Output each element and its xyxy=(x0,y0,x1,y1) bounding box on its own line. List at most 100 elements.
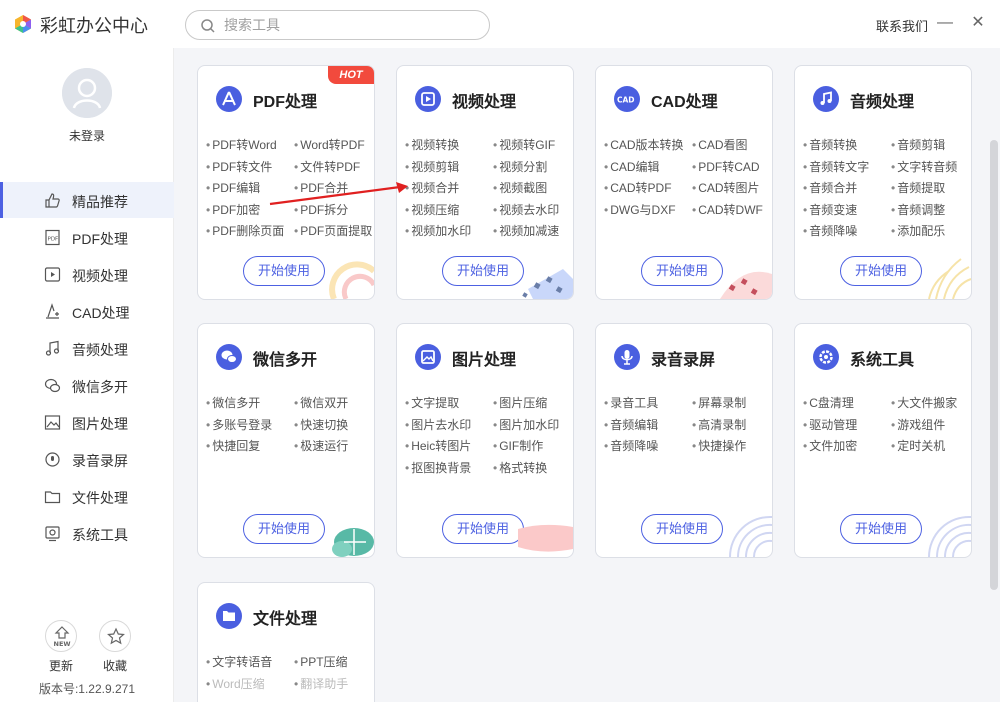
feature-link[interactable]: 音频转文字 xyxy=(803,158,869,175)
feature-link[interactable]: PDF转CAD xyxy=(692,158,759,175)
card-image[interactable]: 图片处理 文字提取 图片压缩 图片去水印 图片加水印 Heic转图片 GIF制作… xyxy=(396,323,574,558)
feature-link[interactable]: 音频转换 xyxy=(803,136,857,153)
feature-link[interactable]: 视频转换 xyxy=(405,136,459,153)
feature-link[interactable]: 视频转GIF xyxy=(493,136,555,153)
minimize-button[interactable]: — xyxy=(935,12,955,34)
login-status[interactable]: 未登录 xyxy=(0,127,174,144)
feature-link[interactable]: 定时关机 xyxy=(891,437,945,454)
sidebar-item-recommended[interactable]: 精品推荐 xyxy=(0,182,174,218)
feature-link[interactable]: 大文件搬家 xyxy=(891,394,957,411)
feature-link[interactable]: 格式转换 xyxy=(493,459,547,476)
start-button[interactable]: 开始使用 xyxy=(641,256,723,286)
favorite-button[interactable]: 收藏 xyxy=(90,620,140,674)
feature-link[interactable]: 快速切换 xyxy=(294,416,348,433)
card-system[interactable]: 系统工具 C盘清理 大文件搬家 驱动管理 游戏组件 文件加密 定时关机 开始使用 xyxy=(794,323,972,558)
sidebar-item-wechat[interactable]: 微信多开 xyxy=(0,367,174,403)
feature-link[interactable]: CAD转DWF xyxy=(692,201,763,218)
feature-link[interactable]: PPT压缩 xyxy=(294,653,347,670)
sidebar-item-audio[interactable]: 音频处理 xyxy=(0,330,174,366)
start-button[interactable]: 开始使用 xyxy=(243,256,325,286)
sidebar-item-video[interactable]: 视频处理 xyxy=(0,256,174,292)
feature-link[interactable]: 视频分割 xyxy=(493,158,547,175)
card-audio[interactable]: 音频处理 音频转换 音频剪辑 音频转文字 文字转音频 音频合并 音频提取 音频变… xyxy=(794,65,972,300)
feature-link[interactable]: 视频加水印 xyxy=(405,222,471,239)
close-button[interactable]: ✕ xyxy=(968,12,988,34)
feature-link[interactable]: DWG与DXF xyxy=(604,201,675,218)
feature-link[interactable]: Heic转图片 xyxy=(405,437,471,454)
scrollbar-thumb[interactable] xyxy=(990,140,998,590)
sidebar-item-image[interactable]: 图片处理 xyxy=(0,404,174,440)
feature-link[interactable]: 微信多开 xyxy=(206,394,260,411)
sidebar-item-record[interactable]: 录音录屏 xyxy=(0,441,174,477)
feature-link[interactable]: PDF转Word xyxy=(206,136,276,153)
feature-link[interactable]: 音频合并 xyxy=(803,179,857,196)
card-cad[interactable]: CAD CAD处理 CAD版本转换 CAD看图 CAD编辑 PDF转CAD CA… xyxy=(595,65,773,300)
feature-link[interactable]: CAD编辑 xyxy=(604,158,659,175)
feature-link[interactable]: 图片去水印 xyxy=(405,416,471,433)
update-button[interactable]: NEW 更新 xyxy=(36,620,86,674)
feature-link[interactable]: 驱动管理 xyxy=(803,416,857,433)
feature-link[interactable]: PDF页面提取 xyxy=(294,222,372,239)
feature-link[interactable]: Word转PDF xyxy=(294,136,364,153)
feature-link[interactable]: 音频降噪 xyxy=(604,437,658,454)
sidebar-item-file[interactable]: 文件处理 xyxy=(0,478,174,514)
card-video[interactable]: 视频处理 视频转换 视频转GIF 视频剪辑 视频分割 视频合并 视频截图 视频压… xyxy=(396,65,574,300)
feature-link[interactable]: 文字转语音 xyxy=(206,653,272,670)
feature-link[interactable]: CAD转PDF xyxy=(604,179,671,196)
start-button[interactable]: 开始使用 xyxy=(840,256,922,286)
feature-link[interactable]: 视频截图 xyxy=(493,179,547,196)
feature-link[interactable]: 视频加减速 xyxy=(493,222,559,239)
feature-link[interactable]: 图片压缩 xyxy=(493,394,547,411)
feature-link[interactable]: 高清录制 xyxy=(692,416,746,433)
sidebar-item-system[interactable]: 系统工具 xyxy=(0,515,174,551)
feature-link[interactable]: 多账号登录 xyxy=(206,416,272,433)
feature-link[interactable]: 快捷回复 xyxy=(206,437,260,454)
card-file[interactable]: 文件处理 文字转语音 PPT压缩 Word压缩 翻译助手 xyxy=(197,582,375,702)
card-wechat[interactable]: 微信多开 微信多开 微信双开 多账号登录 快速切换 快捷回复 极速运行 开始使用 xyxy=(197,323,375,558)
feature-link[interactable]: 微信双开 xyxy=(294,394,348,411)
feature-link[interactable]: 文件加密 xyxy=(803,437,857,454)
feature-link[interactable]: Word压缩 xyxy=(206,675,264,692)
start-button[interactable]: 开始使用 xyxy=(442,256,524,286)
feature-link[interactable]: 添加配乐 xyxy=(891,222,945,239)
feature-link[interactable]: 音频编辑 xyxy=(604,416,658,433)
feature-link[interactable]: 文件转PDF xyxy=(294,158,360,175)
card-record[interactable]: 录音录屏 录音工具 屏幕录制 音频编辑 高清录制 音频降噪 快捷操作 开始使用 xyxy=(595,323,773,558)
feature-link[interactable]: CAD看图 xyxy=(692,136,747,153)
feature-link[interactable]: CAD版本转换 xyxy=(604,136,683,153)
feature-link[interactable]: 视频剪辑 xyxy=(405,158,459,175)
contact-us-link[interactable]: 联系我们 xyxy=(876,16,928,35)
start-button[interactable]: 开始使用 xyxy=(442,514,524,544)
start-button[interactable]: 开始使用 xyxy=(641,514,723,544)
feature-link[interactable]: PDF转文件 xyxy=(206,158,272,175)
feature-link[interactable]: 屏幕录制 xyxy=(692,394,746,411)
feature-link[interactable]: 游戏组件 xyxy=(891,416,945,433)
feature-link[interactable]: 快捷操作 xyxy=(692,437,746,454)
search-input[interactable] xyxy=(224,16,474,34)
feature-link[interactable]: C盘清理 xyxy=(803,394,854,411)
feature-link[interactable]: 抠图换背景 xyxy=(405,459,471,476)
start-button[interactable]: 开始使用 xyxy=(840,514,922,544)
feature-link[interactable]: 图片加水印 xyxy=(493,416,559,433)
feature-link[interactable]: 音频剪辑 xyxy=(891,136,945,153)
feature-link[interactable]: GIF制作 xyxy=(493,437,543,454)
feature-link[interactable]: 音频变速 xyxy=(803,201,857,218)
search-box[interactable] xyxy=(185,10,490,40)
feature-link[interactable]: 音频调整 xyxy=(891,201,945,218)
feature-link[interactable]: 文字转音频 xyxy=(891,158,957,175)
feature-link[interactable]: PDF删除页面 xyxy=(206,222,284,239)
feature-link[interactable]: 录音工具 xyxy=(604,394,658,411)
start-button[interactable]: 开始使用 xyxy=(243,514,325,544)
feature-link[interactable]: 音频降噪 xyxy=(803,222,857,239)
feature-link[interactable]: 翻译助手 xyxy=(294,675,348,692)
feature-link[interactable]: 音频提取 xyxy=(891,179,945,196)
sidebar-item-cad[interactable]: CAD处理 xyxy=(0,293,174,329)
feature-link[interactable]: 极速运行 xyxy=(294,437,348,454)
feature-link[interactable]: PDF编辑 xyxy=(206,179,260,196)
avatar[interactable] xyxy=(62,68,112,118)
feature-link[interactable]: 文字提取 xyxy=(405,394,459,411)
feature-link[interactable]: PDF加密 xyxy=(206,201,260,218)
feature-link[interactable]: CAD转图片 xyxy=(692,179,759,196)
sidebar-item-pdf[interactable]: PDF PDF处理 xyxy=(0,219,174,255)
feature-link[interactable]: 视频去水印 xyxy=(493,201,559,218)
